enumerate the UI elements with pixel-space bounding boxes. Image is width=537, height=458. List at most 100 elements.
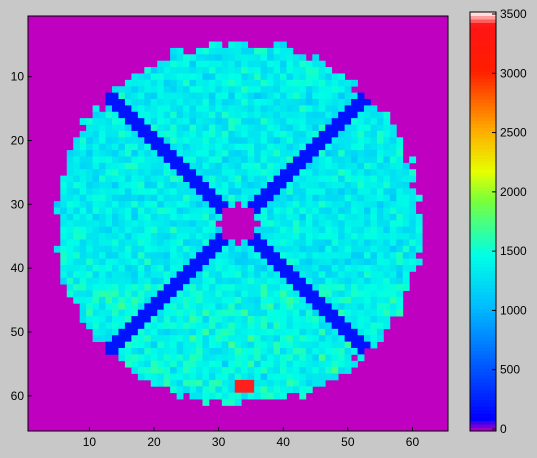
heatmap-cell bbox=[389, 175, 397, 183]
heatmap-cell bbox=[170, 54, 178, 62]
heatmap-cell bbox=[208, 150, 216, 157]
heatmap-cell bbox=[99, 156, 106, 164]
heatmap-cell bbox=[105, 220, 113, 228]
heatmap-cell bbox=[60, 258, 68, 266]
heatmap-cell bbox=[163, 309, 171, 317]
heatmap-cell bbox=[305, 322, 313, 330]
heatmap-cell bbox=[267, 111, 274, 119]
heatmap-cell bbox=[344, 354, 352, 362]
heatmap-cell bbox=[383, 207, 391, 215]
heatmap-cell bbox=[267, 379, 274, 387]
colorbar-strip bbox=[470, 361, 496, 366]
colorbar-tick-label: 2500 bbox=[500, 126, 527, 140]
heatmap-cell bbox=[163, 137, 171, 145]
heatmap-cell bbox=[344, 156, 352, 164]
heatmap-cell bbox=[157, 367, 165, 374]
heatmap-cell bbox=[286, 290, 294, 298]
heatmap-cell bbox=[331, 296, 339, 304]
heatmap-cell bbox=[176, 258, 184, 266]
heatmap-cell bbox=[241, 150, 249, 157]
heatmap-cell bbox=[376, 111, 384, 119]
colorbar: 0500100015002000250030003500 bbox=[469, 7, 527, 436]
heatmap-cell bbox=[124, 265, 132, 272]
figure: 10 20 30 40 50 60 102030405060 05001000150020… bbox=[11, 7, 527, 449]
heatmap-cell bbox=[234, 284, 242, 291]
heatmap-cell bbox=[409, 156, 417, 164]
heatmap-cell bbox=[183, 348, 190, 355]
heatmap-cell bbox=[228, 341, 236, 349]
heatmap-cell bbox=[137, 86, 145, 94]
heatmap-cell bbox=[267, 73, 274, 81]
heatmap-cell bbox=[305, 124, 313, 132]
colorbar-strip bbox=[470, 378, 496, 383]
heatmap-cell bbox=[157, 156, 165, 164]
heatmap-cell bbox=[286, 182, 294, 189]
heatmap-cell bbox=[124, 284, 132, 291]
heatmap-cell bbox=[267, 118, 274, 125]
heatmap-cell bbox=[183, 137, 190, 145]
heatmap-cell bbox=[267, 245, 274, 253]
heatmap-cell bbox=[286, 354, 294, 362]
heatmap-cell bbox=[305, 92, 313, 100]
heatmap-cell bbox=[286, 233, 294, 240]
heatmap-cell bbox=[183, 309, 190, 317]
heatmap-cell bbox=[150, 309, 158, 317]
heatmap-cell bbox=[331, 348, 339, 355]
colorbar-strip bbox=[470, 85, 496, 90]
heatmap-cell bbox=[305, 386, 313, 394]
heatmap-cell bbox=[157, 207, 165, 215]
heatmap-cell bbox=[376, 226, 384, 234]
heatmap-cell bbox=[331, 354, 339, 362]
heatmap-cell bbox=[376, 245, 384, 253]
heatmap-cell bbox=[66, 252, 74, 260]
colorbar-strip bbox=[470, 340, 496, 345]
heatmap-cell bbox=[189, 322, 197, 330]
heatmap-cell bbox=[273, 54, 281, 62]
heatmap-cell bbox=[383, 169, 391, 177]
heatmap-cell bbox=[299, 73, 307, 81]
heatmap-cell bbox=[234, 322, 242, 330]
heatmap-cell bbox=[66, 188, 74, 196]
heatmap-cell bbox=[183, 169, 190, 177]
heatmap-cell bbox=[273, 118, 281, 125]
heatmap-cell bbox=[286, 373, 294, 381]
heatmap-cell bbox=[389, 194, 397, 202]
heatmap-cell bbox=[318, 99, 326, 106]
heatmap-cell bbox=[137, 156, 145, 164]
heatmap-cell bbox=[254, 233, 262, 240]
heatmap-cell bbox=[376, 124, 384, 132]
heatmap-cell bbox=[338, 309, 346, 317]
colorbar-strip bbox=[470, 364, 496, 369]
heatmap-cell bbox=[112, 252, 119, 260]
heatmap-cell bbox=[157, 213, 165, 221]
heatmap-cell bbox=[241, 162, 249, 170]
heatmap-cell bbox=[241, 41, 249, 49]
heatmap-cell bbox=[267, 92, 274, 100]
heatmap-cell bbox=[357, 277, 365, 285]
heatmap-cell bbox=[137, 201, 145, 208]
heatmap-cell bbox=[86, 239, 94, 247]
heatmap-cell bbox=[221, 111, 229, 119]
heatmap-cell bbox=[163, 284, 171, 291]
heatmap-cell bbox=[344, 316, 352, 323]
heatmap-cell bbox=[118, 271, 126, 279]
heatmap-cell bbox=[331, 150, 339, 157]
heatmap-cell bbox=[189, 130, 197, 138]
heatmap-cell bbox=[344, 348, 352, 355]
heatmap-cell bbox=[170, 386, 178, 394]
colorbar-ticks: 0500100015002000250030003500 bbox=[492, 7, 527, 436]
colorbar-strip bbox=[470, 266, 496, 271]
heatmap-cell bbox=[318, 296, 326, 304]
heatmap-cell bbox=[292, 201, 300, 208]
heatmap-cell bbox=[273, 392, 281, 400]
heatmap-cell bbox=[189, 373, 197, 381]
heatmap-cell bbox=[118, 156, 126, 164]
heatmap-cell bbox=[305, 233, 313, 240]
heatmap-cell bbox=[267, 220, 274, 228]
colorbar-tick-label: 1000 bbox=[500, 303, 527, 317]
heatmap-cell bbox=[305, 239, 313, 247]
heatmap-cell bbox=[389, 137, 397, 145]
colorbar-strip bbox=[470, 322, 496, 327]
heatmap-cell bbox=[299, 150, 307, 157]
heatmap-cell bbox=[325, 143, 333, 151]
